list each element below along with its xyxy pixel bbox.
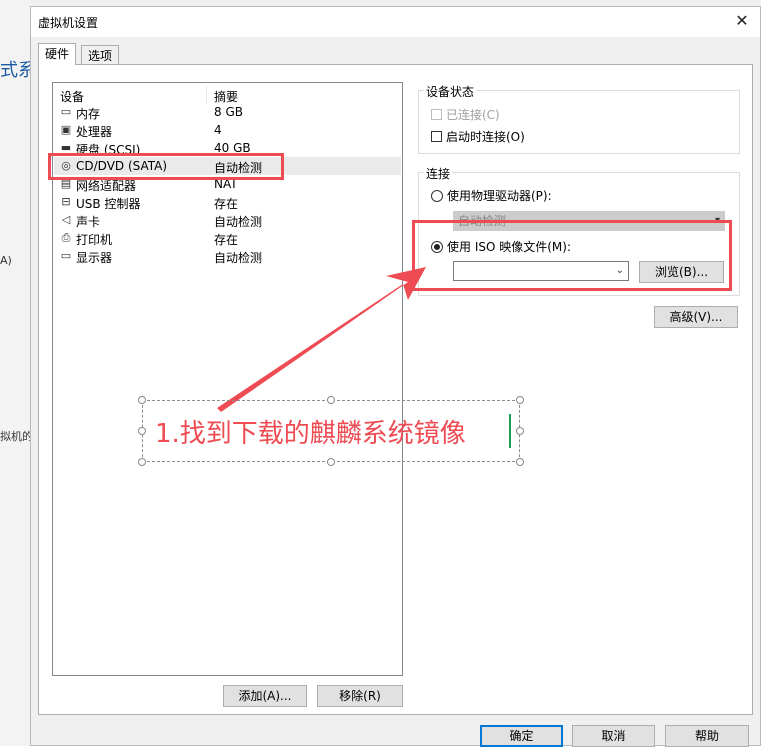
annotation-arrow bbox=[217, 267, 426, 412]
resize-handle[interactable] bbox=[138, 458, 146, 466]
resize-handle[interactable] bbox=[138, 396, 146, 404]
resize-handle[interactable] bbox=[516, 458, 524, 466]
annotation-text: 1.找到下载的麒麟系统镜像 bbox=[155, 419, 466, 449]
text-cursor bbox=[509, 414, 511, 448]
tab-hardware[interactable]: 硬件 bbox=[38, 43, 77, 65]
resize-handle[interactable] bbox=[516, 427, 524, 435]
resize-handle[interactable] bbox=[516, 396, 524, 404]
resize-handle[interactable] bbox=[327, 396, 335, 404]
resize-handle[interactable] bbox=[138, 427, 146, 435]
resize-handle[interactable] bbox=[327, 458, 335, 466]
